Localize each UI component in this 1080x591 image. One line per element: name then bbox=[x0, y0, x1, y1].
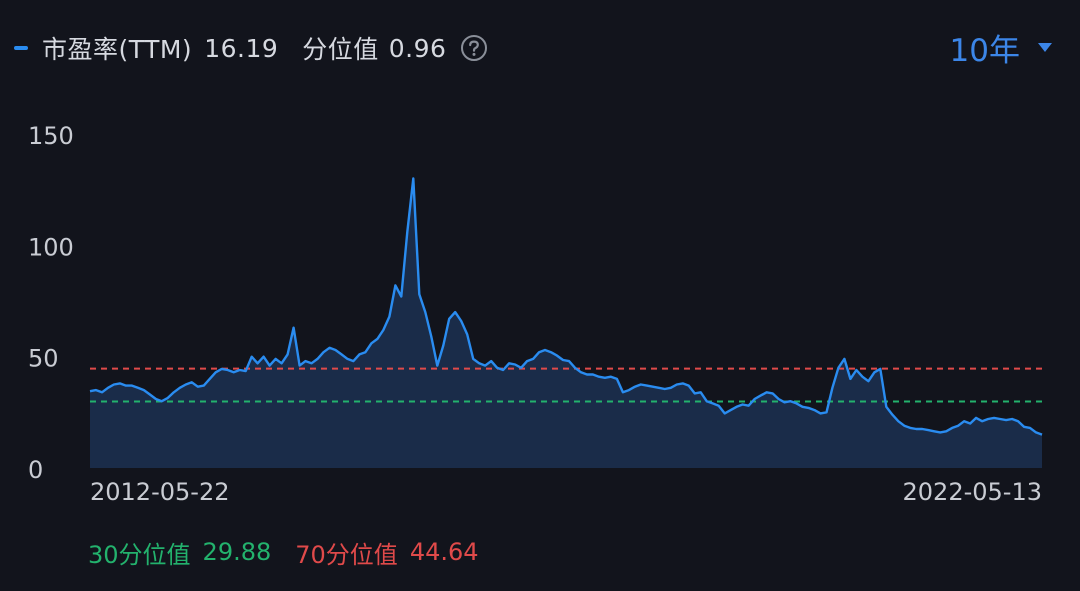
x-tick-label-end: 2022-05-13 bbox=[903, 478, 1042, 506]
x-tick-label-start: 2012-05-22 bbox=[90, 478, 229, 506]
p30-value: 29.88 bbox=[202, 538, 272, 566]
y-tick-label: 150 bbox=[28, 122, 74, 150]
p70-value: 44.64 bbox=[409, 538, 479, 566]
pe-chart: 0 50 100 150 2012-05-22 2022-05-13 bbox=[28, 122, 1043, 506]
series-area bbox=[90, 178, 1042, 468]
p70-label: 70分位值 bbox=[295, 540, 398, 569]
y-tick-label: 50 bbox=[28, 345, 59, 373]
y-tick-label: 100 bbox=[28, 233, 74, 261]
p30-label: 30分位值 bbox=[88, 540, 191, 569]
y-tick-label: 0 bbox=[28, 456, 43, 484]
chart-footer: 30分位值 29.88 70分位值 44.64 bbox=[88, 532, 479, 572]
